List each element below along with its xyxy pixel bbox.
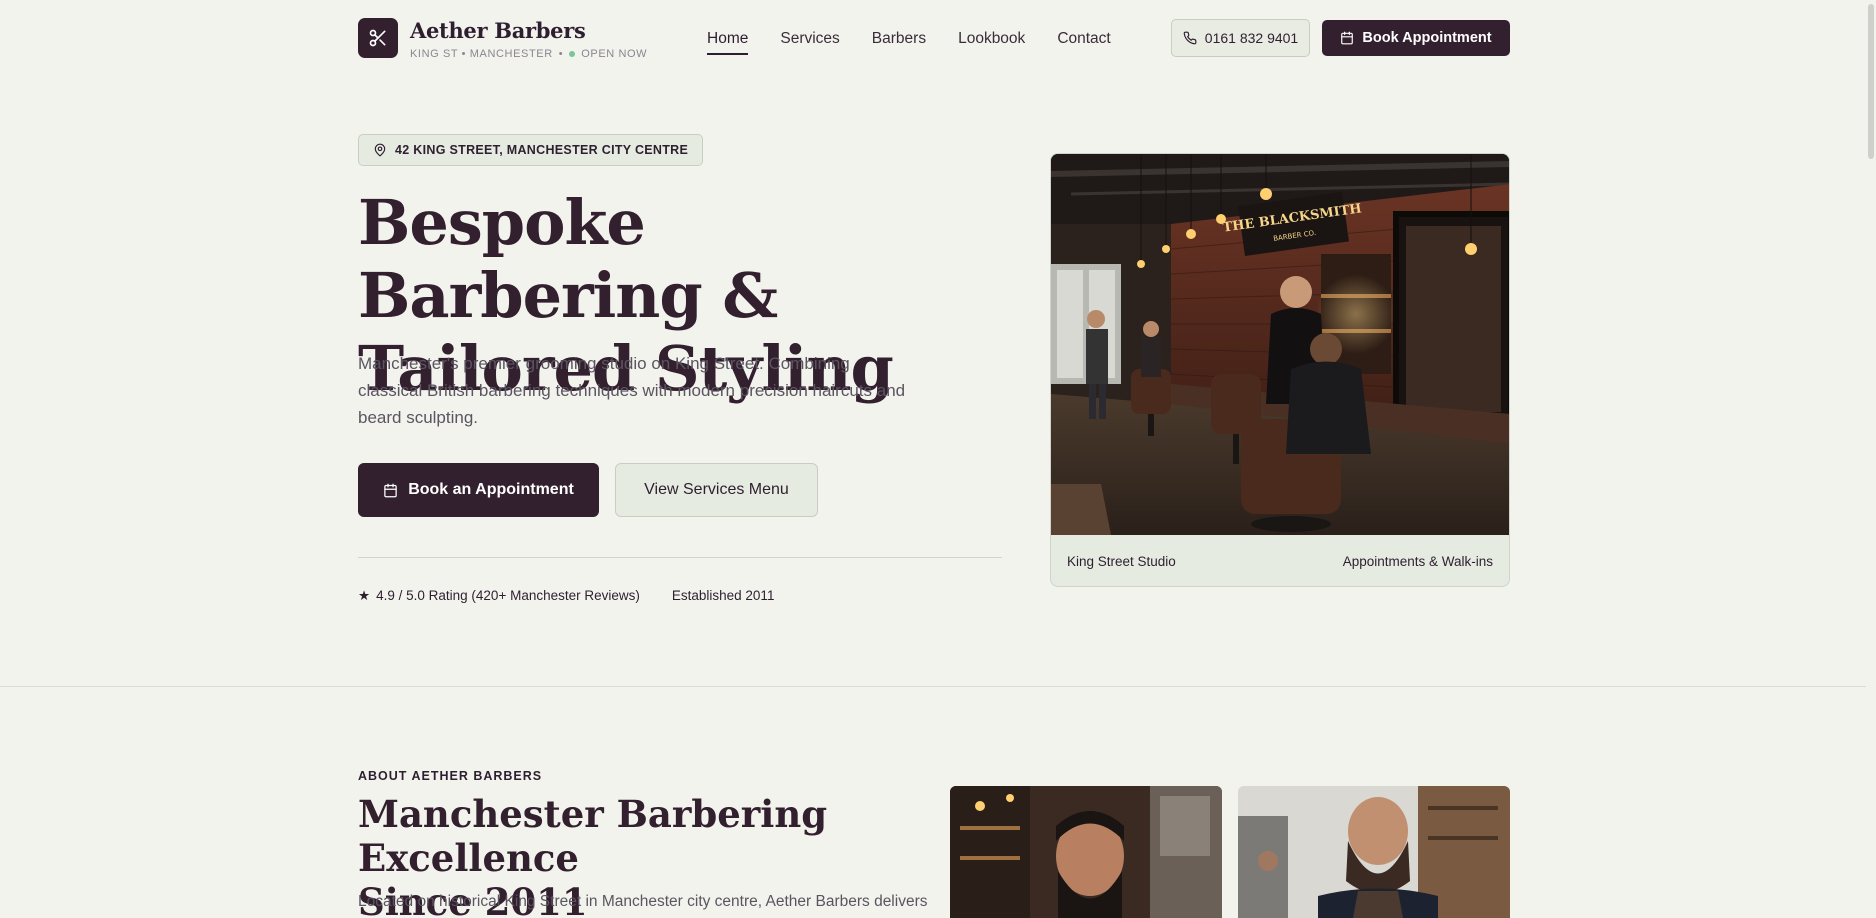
- brand-location: KING ST • MANCHESTER: [410, 48, 553, 60]
- section-divider: [0, 686, 1876, 687]
- book-appointment-label: Book Appointment: [1362, 30, 1492, 46]
- logo[interactable]: [358, 18, 398, 58]
- nav-barbers[interactable]: Barbers: [872, 30, 926, 55]
- brand-separator: •: [558, 48, 564, 60]
- about-title-line1: Manchester Barbering Excellence: [358, 792, 828, 880]
- scissors-icon: [369, 29, 386, 47]
- rating-text: 4.9 / 5.0 Rating (420+ Manchester Review…: [376, 588, 640, 603]
- brand-name[interactable]: Aether Barbers: [410, 18, 586, 43]
- calendar-icon: [384, 483, 397, 497]
- established-stat: Established 2011: [671, 588, 775, 603]
- open-status-dot: [569, 51, 576, 57]
- hero-stats: ★ 4.9 / 5.0 Rating (420+ Manchester Revie…: [358, 588, 774, 604]
- calendar-icon: [1341, 31, 1354, 45]
- view-services-button[interactable]: View Services Menu: [615, 463, 818, 517]
- rating-stat: ★ 4.9 / 5.0 Rating (420+ Manchester Revie…: [358, 588, 640, 604]
- brand-subtitle: KING ST • MANCHESTER • OPEN NOW: [410, 48, 647, 60]
- about-eyebrow: ABOUT AETHER BARBERS: [358, 769, 543, 783]
- barbershop-interior-image: THE BLACKSMITH BARBER CO.: [1051, 154, 1509, 535]
- studio-card-footer: King Street Studio Appointments & Walk-i…: [1051, 535, 1509, 586]
- nav-services[interactable]: Services: [780, 30, 839, 55]
- book-an-appointment-label: Book an Appointment: [408, 481, 574, 498]
- open-status: OPEN NOW: [581, 48, 648, 60]
- scrollbar-thumb[interactable]: [1868, 4, 1874, 159]
- about-description: Located on historical King Street in Man…: [358, 893, 928, 910]
- map-pin-icon: [374, 143, 386, 157]
- site-header: Aether Barbers KING ST • MANCHESTER • OP…: [0, 0, 1876, 78]
- barber-portrait-image-1: [950, 786, 1222, 918]
- phone-icon: [1183, 31, 1197, 45]
- book-appointment-button[interactable]: Book Appointment: [1322, 20, 1510, 56]
- hero-description: Manchester's premier grooming studio on …: [358, 354, 906, 427]
- main-nav: Home Services Barbers Lookbook Contact: [707, 30, 1111, 55]
- hero-title-line1: Bespoke Barbering &: [358, 186, 778, 332]
- star-icon: ★: [358, 588, 371, 603]
- location-chip: 42 KING STREET, MANCHESTER CITY CENTRE: [358, 134, 704, 166]
- book-an-appointment-button[interactable]: Book an Appointment: [358, 463, 599, 517]
- phone-button[interactable]: 0161 832 9401: [1171, 19, 1310, 57]
- hero-divider: [358, 557, 1002, 558]
- nav-lookbook[interactable]: Lookbook: [958, 30, 1025, 55]
- nav-home[interactable]: Home: [707, 30, 749, 55]
- phone-number: 0161 832 9401: [1204, 30, 1299, 46]
- studio-name: King Street Studio: [1067, 554, 1176, 569]
- location-text: 42 KING STREET, MANCHESTER CITY CENTRE: [395, 143, 689, 157]
- scrollbar[interactable]: [1866, 0, 1876, 918]
- studio-image-card: THE BLACKSMITH BARBER CO. King Street St…: [1050, 153, 1510, 587]
- nav-contact[interactable]: Contact: [1057, 30, 1110, 55]
- barber-portrait-image-2: [1238, 786, 1510, 918]
- appointment-type: Appointments & Walk-ins: [1342, 554, 1493, 569]
